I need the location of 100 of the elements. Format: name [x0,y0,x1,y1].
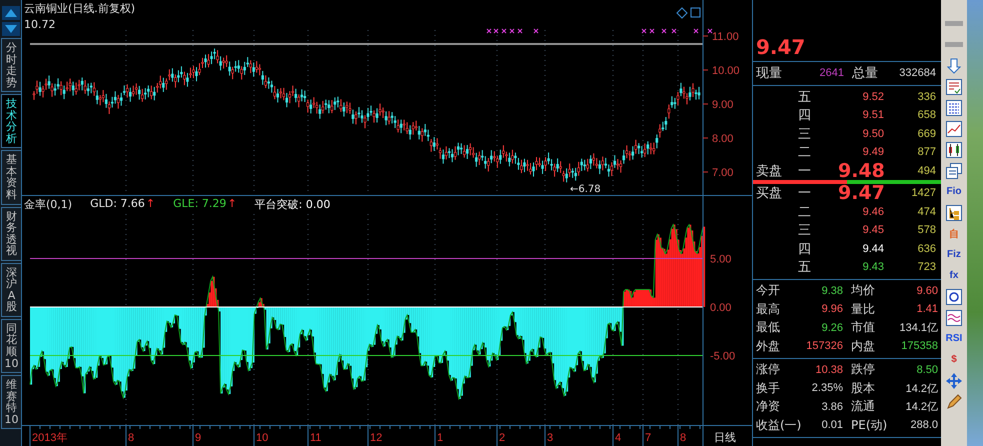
indicator-axis-label: 0.00 [710,302,732,314]
scroll-down-button[interactable] [2,22,20,36]
toolbar-button[interactable] [944,119,964,138]
indicator-axis-label: -5.00 [710,350,736,362]
bar-icon [945,42,963,47]
stat-value: 2.35% [810,382,843,394]
stat-value: 14.2亿 [904,382,938,396]
stat-value: 288.0 [909,419,938,432]
order-volume: 336 [916,90,936,103]
stat-value: 14.2亿 [904,400,938,414]
stat-label: 均价 [851,282,876,300]
level-label: 三 [798,222,812,240]
order-price: 9.43 [862,261,884,274]
date-axis-label: 4 [615,432,622,444]
order-volume: 723 [916,261,936,274]
stat-value: 9.38 [820,284,843,297]
stat-value: 8.50 [916,364,938,376]
date-axis-label: 1 [437,432,444,444]
price-axis-label: 8.00 [712,133,734,145]
side-tab[interactable]: 财务透视 [1,206,21,261]
level-label: 五 [798,259,812,276]
date-axis-label: 8 [680,432,686,444]
order-volume: 1427 [910,187,936,200]
date-axis-label: 8 [128,432,134,444]
pencil-icon [946,394,962,410]
stat-label: 收益(一) [756,416,802,434]
level-label: 五 [798,88,812,106]
volume-label: 现量 [756,65,783,82]
stat-value: 134.1亿 [899,321,938,336]
windows-icon [946,162,962,178]
line-chart-icon [946,120,962,136]
order-volume: 578 [916,224,936,236]
toolbar-button[interactable]: fx [944,266,964,285]
order-price: 9.49 [862,146,884,158]
indicator-axis-label: 5.00 [710,254,732,266]
toolbar-button[interactable]: Fio [944,182,964,201]
price-axis-label: 10.00 [712,65,740,77]
stat-label: 外盘 [756,338,781,355]
down-arrow-icon [947,58,961,74]
order-volume: 636 [916,242,936,255]
circle-icon [946,288,962,304]
scroll-up-button[interactable] [2,6,20,20]
stat-value: 9.96 [820,303,843,316]
up-arrow-text: ↑ [227,197,237,212]
order-volume: 669 [916,128,936,140]
stat-value: 157326 [805,340,843,352]
stat-label: 市值 [851,319,876,336]
stat-value: 175358 [900,340,938,352]
side-tab[interactable]: 维赛特10 [1,375,21,430]
up-arrow-text: ↑ [146,197,156,212]
toolbar-button[interactable] [944,203,964,222]
date-axis-label: 10 [256,432,268,444]
side-tab[interactable]: 分时走势 [1,38,21,92]
square-icon [690,8,700,18]
grid-icon [946,100,962,116]
price-label: 10.72 [24,18,56,31]
side-tab[interactable]: 深沪A股 [1,262,21,317]
volume-value: 2641 [818,67,844,80]
stat-label: 跌停 [851,361,876,378]
side-label: 买盘 [756,185,783,202]
toolbar-button[interactable]: Fiz [944,245,964,264]
stat-value: 0.01 [820,419,843,432]
toolbar-button[interactable] [944,161,964,180]
order-price: 9.51 [862,109,884,122]
tree-icon [946,204,962,220]
date-axis-label: 3 [547,432,554,444]
stat-label: 流通 [851,398,876,416]
price-axis-label: 11.00 [712,31,739,43]
down-triangle-icon [5,25,17,33]
stat-label: PE(动) [851,416,888,434]
side-tab[interactable]: 基本资料 [1,150,21,205]
stat-label: 量比 [851,300,876,318]
toolbar-button[interactable]: RSI [944,329,964,348]
level-label: 二 [798,204,812,221]
level-label: 四 [798,107,812,124]
toolbar-button[interactable] [944,140,964,159]
order-volume: 658 [916,109,936,122]
indicator-name: 金率(0,1) [24,197,72,212]
date-axis-label: 12 [370,432,382,444]
order-price: 9.47 [838,182,884,204]
toolbar-button[interactable] [944,77,964,96]
level-label: 三 [798,126,812,143]
checklist-icon [946,78,962,94]
toolbar-button[interactable] [944,98,964,117]
side-tab[interactable]: 技术分析 [1,94,21,148]
toolbar-button[interactable] [944,287,964,306]
date-axis-label: 2013年 [32,432,68,444]
side-tab[interactable]: 同花顺10 [1,318,21,374]
stat-value: 9.26 [820,322,843,334]
date-axis-label: 11 [310,432,322,444]
date-axis-label: 9 [195,432,202,444]
price-axis-label: 9.00 [712,99,734,111]
indicator-reading: GLE: 7.29 [173,197,226,212]
toolbar-button[interactable] [944,308,964,327]
chart-title: 云南铜业(日线.前复权) [24,1,136,16]
last-price: 9.47 [756,35,806,59]
period-label: 日线 [714,431,736,444]
move-icon [946,372,962,388]
stat-value: 9.60 [916,284,938,297]
level-label: 一 [798,162,812,180]
